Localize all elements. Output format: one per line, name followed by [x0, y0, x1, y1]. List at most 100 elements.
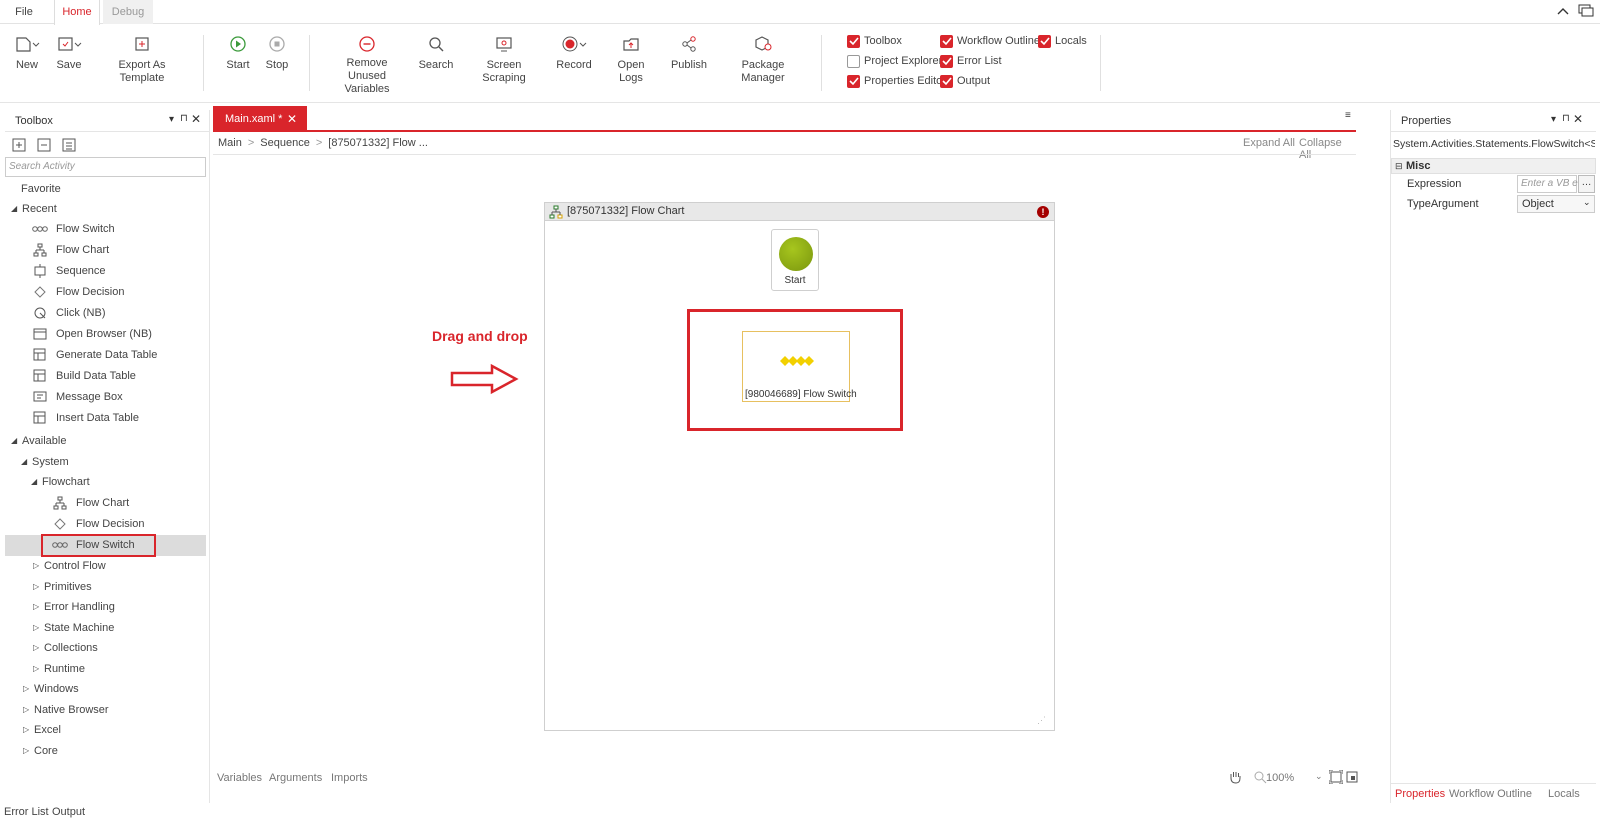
workflow-outline-checkbox[interactable]: Workflow Outline: [940, 33, 1040, 49]
package-manager-button[interactable]: Package Manager: [720, 33, 806, 85]
variables-tab[interactable]: Variables: [217, 772, 262, 784]
resize-grip-icon[interactable]: ⋰: [1037, 715, 1046, 726]
expression-editor-button[interactable]: …: [1578, 175, 1595, 193]
type-argument-select[interactable]: Object ⌄: [1517, 195, 1595, 213]
tab-properties[interactable]: Properties: [1395, 788, 1445, 800]
list-view-icon[interactable]: [62, 138, 78, 155]
export-template-button[interactable]: Export As Template: [96, 33, 188, 85]
panel-options-icon[interactable]: ▾: [169, 114, 174, 125]
tree-core[interactable]: ▷ Core: [23, 741, 58, 761]
flow-chart-icon: [32, 243, 48, 257]
start-button[interactable]: Start: [223, 33, 253, 72]
error-list-tab[interactable]: Error List: [4, 806, 49, 818]
breadcrumb-sequence[interactable]: Sequence: [260, 137, 310, 149]
tab-overflow-icon[interactable]: ≡: [1345, 110, 1351, 121]
chat-icon[interactable]: [1578, 4, 1594, 21]
recent-item-flow-decision[interactable]: Flow Decision: [32, 282, 124, 302]
record-button[interactable]: Record: [555, 33, 593, 72]
tree-available[interactable]: ◢ Available: [11, 431, 66, 451]
tree-favorite[interactable]: Favorite: [21, 179, 61, 199]
recent-item-flow-chart[interactable]: Flow Chart: [32, 240, 109, 260]
flowchart-container[interactable]: [875071332] Flow Chart ! Start [98004668…: [544, 202, 1055, 731]
search-button[interactable]: Search: [418, 33, 454, 72]
tree-flowchart[interactable]: ◢ Flowchart: [31, 472, 90, 492]
flowchart-item-flow-chart[interactable]: Flow Chart: [52, 493, 129, 513]
tab-workflow-outline[interactable]: Workflow Outline: [1449, 788, 1532, 800]
breadcrumb-main[interactable]: Main: [218, 137, 242, 149]
project-explorer-checkbox[interactable]: Project Explorer: [847, 53, 942, 69]
tree-system[interactable]: ◢ System: [21, 452, 69, 472]
tree-state-machine[interactable]: ▷ State Machine: [33, 618, 114, 638]
tree-windows[interactable]: ▷ Windows: [23, 679, 79, 699]
pin-icon[interactable]: ⊓: [180, 113, 188, 124]
tree-recent[interactable]: ◢ Recent: [11, 199, 57, 219]
flowchart-item-flow-decision[interactable]: Flow Decision: [52, 514, 144, 534]
close-tab-icon[interactable]: ✕: [287, 106, 297, 132]
recent-item-message-box[interactable]: Message Box: [32, 387, 123, 407]
misc-category-header[interactable]: ⊟ Misc: [1391, 158, 1596, 174]
search-activity-input[interactable]: Search Activity: [5, 157, 206, 177]
recent-item-build-data-table[interactable]: Build Data Table: [32, 366, 136, 386]
arguments-tab[interactable]: Arguments: [269, 772, 322, 784]
stop-button[interactable]: Stop: [262, 33, 292, 72]
output-tab[interactable]: Output: [52, 806, 85, 818]
recent-item-insert-data-table[interactable]: Insert Data Table: [32, 408, 139, 428]
click-icon: [32, 306, 48, 320]
properties-editor-checkbox[interactable]: Properties Editor: [847, 73, 946, 89]
tree-runtime[interactable]: ▷ Runtime: [33, 659, 85, 679]
pin-icon[interactable]: ⊓: [1562, 113, 1570, 124]
collapse-all-link[interactable]: Collapse All: [1299, 137, 1356, 161]
error-icon[interactable]: !: [1037, 206, 1049, 218]
flow-switch-node[interactable]: [980046689] Flow Switch: [742, 331, 857, 402]
panel-options-icon[interactable]: ▾: [1551, 114, 1556, 125]
recent-item-click[interactable]: Click (NB): [32, 303, 106, 323]
expand-all-link[interactable]: Expand All: [1243, 137, 1295, 149]
tab-home[interactable]: Home: [54, 0, 100, 25]
hand-tool-icon[interactable]: [1228, 770, 1242, 787]
close-icon[interactable]: ✕: [1573, 112, 1583, 126]
output-checkbox[interactable]: Output: [940, 73, 990, 89]
recent-item-open-browser[interactable]: Open Browser (NB): [32, 324, 152, 344]
imports-tab[interactable]: Imports: [331, 772, 368, 784]
breadcrumb-flowchart[interactable]: [875071332] Flow ...: [328, 137, 428, 149]
remove-unused-variables-button[interactable]: Remove Unused Variables: [328, 33, 406, 96]
tree-collections[interactable]: ▷ Collections: [33, 638, 98, 658]
tree-native-browser[interactable]: ▷ Native Browser: [23, 700, 109, 720]
expression-input[interactable]: Enter a VB e: [1517, 175, 1578, 193]
publish-button[interactable]: Publish: [669, 33, 709, 72]
recent-item-generate-data-table[interactable]: Generate Data Table: [32, 345, 157, 365]
open-logs-button[interactable]: Open Logs: [605, 33, 657, 85]
play-icon: [223, 33, 253, 55]
expand-all-icon[interactable]: [12, 138, 28, 155]
recent-item-sequence[interactable]: Sequence: [32, 261, 106, 281]
locals-checkbox[interactable]: Locals: [1038, 33, 1087, 49]
new-button[interactable]: New: [10, 33, 44, 72]
tab-file[interactable]: File: [0, 0, 48, 24]
zoom-dropdown-icon[interactable]: ⌄: [1315, 771, 1323, 782]
tab-locals[interactable]: Locals: [1548, 788, 1580, 800]
recent-item-flow-switch[interactable]: Flow Switch: [32, 219, 115, 239]
error-list-checkbox[interactable]: Error List: [940, 53, 1002, 69]
collapse-all-icon[interactable]: [37, 138, 53, 155]
save-button[interactable]: Save: [54, 33, 84, 72]
tree-excel[interactable]: ▷ Excel: [23, 720, 61, 740]
screen-scraping-button[interactable]: Screen Scraping: [466, 33, 542, 85]
workflow-designer: Main.xaml * ✕ ≡ Main > Sequence > [87507…: [213, 104, 1358, 804]
start-circle: [779, 237, 813, 271]
start-node[interactable]: Start: [771, 229, 819, 291]
tab-debug[interactable]: Debug: [103, 0, 153, 24]
collapse-ribbon-icon[interactable]: [1556, 4, 1570, 21]
tree-primitives[interactable]: ▷ Primitives: [33, 577, 92, 597]
flowchart-item-flow-switch[interactable]: Flow Switch: [52, 535, 135, 555]
message-box-icon: [32, 390, 48, 404]
tab-main-xaml[interactable]: Main.xaml * ✕: [213, 106, 307, 132]
overview-map-icon[interactable]: [1346, 770, 1358, 787]
tree-error-handling[interactable]: ▷ Error Handling: [33, 597, 115, 617]
zoom-level[interactable]: 100%: [1266, 772, 1294, 784]
collapse-category-icon[interactable]: ⊟: [1395, 161, 1403, 172]
toolbox-checkbox[interactable]: Toolbox: [847, 33, 902, 49]
zoom-icon[interactable]: [1253, 770, 1267, 787]
close-icon[interactable]: ✕: [191, 112, 201, 126]
tree-control-flow[interactable]: ▷ Control Flow: [33, 556, 106, 576]
fit-screen-icon[interactable]: [1328, 769, 1344, 787]
